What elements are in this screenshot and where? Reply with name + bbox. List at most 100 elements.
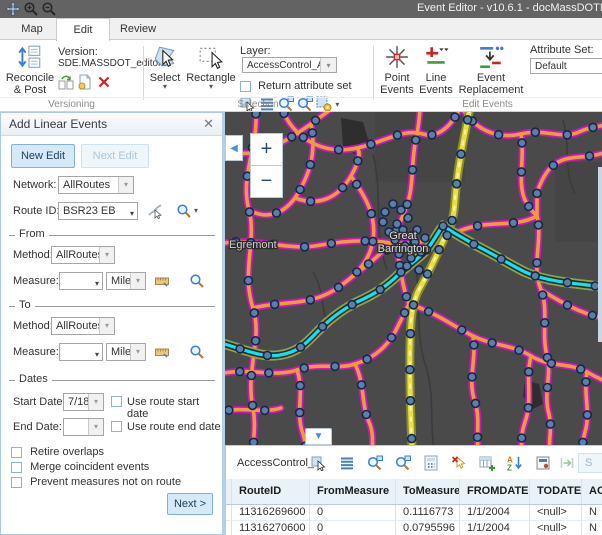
merge-coincident-label: Merge coincident events [30, 461, 149, 473]
zoom-out-button[interactable]: − [250, 165, 283, 198]
collapse-table-button[interactable]: ▼ [305, 428, 332, 445]
next-edit-button[interactable]: Next Edit [81, 144, 149, 168]
column-header[interactable]: ToMeasure [396, 479, 460, 504]
add-records-icon[interactable] [479, 455, 495, 471]
zoom-to-route-icon[interactable] [176, 203, 192, 219]
zoom-to-measure-icon[interactable] [189, 273, 205, 289]
next-button[interactable]: Next > [167, 493, 213, 515]
measure-location-icon[interactable] [154, 273, 170, 289]
place-label-egremont: Egremont [229, 239, 277, 251]
chevron-down-icon: ▾ [99, 318, 114, 334]
attribute-list-icon[interactable] [339, 455, 355, 471]
to-method-label: Method: [13, 320, 53, 332]
start-date-input[interactable]: 7/18/ ▾ [63, 393, 104, 411]
table-layer-name: AccessControl_A [237, 457, 321, 469]
reconcile-post-button[interactable]: Reconcile & Post [4, 44, 56, 96]
chevron-down-icon: ▾ [95, 276, 99, 290]
tab-review[interactable]: Review [110, 18, 166, 40]
chevron-down-icon: ▾ [99, 247, 114, 263]
close-icon[interactable]: ✕ [203, 116, 214, 132]
from-measure-input[interactable]: ▾ [59, 272, 103, 290]
network-select[interactable]: AllRoutes ▾ [58, 176, 134, 194]
attribute-table-panel: AccessControl_A S RouteIDFromMeasureToMe… [225, 445, 602, 535]
table-body: 1131626960000.11167731/1/2004<null>N1131… [226, 505, 602, 535]
zoom-in-icon[interactable] [23, 1, 39, 17]
select-icon [152, 44, 178, 70]
use-route-end-date-label: Use route end date [127, 421, 221, 433]
prevent-measures-checkbox[interactable] [11, 477, 22, 488]
delete-version-icon[interactable] [96, 74, 112, 90]
attribute-table: RouteIDFromMeasureToMeasureFROMDATETODAT… [226, 479, 602, 535]
column-header[interactable]: AC [582, 479, 602, 504]
pan-icon[interactable] [5, 1, 21, 17]
chevron-down-icon: ▾ [95, 347, 99, 361]
end-date-input[interactable]: ▾ [63, 418, 104, 436]
zoom-to-measure-icon[interactable] [189, 344, 205, 360]
chevron-down-icon: ▾ [130, 206, 134, 220]
new-edit-button[interactable]: New Edit [11, 144, 75, 168]
version-value: SDE.MASSDOT_editor1 [58, 58, 144, 69]
map-canvas[interactable]: Egremont Great Barrington ◀ + − ▼ [225, 112, 602, 445]
to-measure-label: Measure: [13, 346, 59, 358]
layer-select[interactable]: AccessControl_A ▾ [242, 57, 337, 73]
point-events-button[interactable]: Point Events [378, 44, 416, 96]
from-units-select[interactable]: Miles ▾ [106, 272, 146, 290]
table-cell: 0.0795596 [396, 521, 460, 535]
pan-to-selection-icon[interactable] [395, 455, 411, 471]
column-header[interactable]: RouteID [232, 479, 310, 504]
panel-title: Add Linear Events [9, 117, 107, 131]
table-select-icon[interactable] [311, 455, 327, 471]
table-cell: 0 [310, 521, 396, 535]
column-header[interactable]: TODATE [530, 479, 582, 504]
return-attribute-set-label: Return attribute set [258, 80, 352, 92]
retire-overlaps-label: Retire overlaps [30, 446, 104, 458]
prevent-measures-row: Prevent measures not on route [11, 476, 181, 488]
versioning-group-label: Versioning [0, 97, 143, 110]
retire-overlaps-checkbox[interactable] [11, 447, 22, 458]
clear-selection-icon[interactable] [451, 455, 467, 471]
column-header[interactable]: FROMDATE [460, 479, 530, 504]
use-route-end-date-checkbox[interactable] [111, 421, 122, 432]
route-id-combo[interactable]: BSR23 EB ▾ [58, 202, 138, 220]
line-events-button[interactable]: Line Events [418, 44, 454, 96]
attribute-set-select[interactable]: Default [530, 58, 602, 74]
collapse-panel-button[interactable]: ◀ [225, 135, 243, 161]
column-header[interactable]: FromMeasure [310, 479, 396, 504]
select-button[interactable]: Select ▾ [147, 44, 183, 90]
merge-coincident-checkbox[interactable] [11, 462, 22, 473]
zoom-out-icon[interactable] [41, 1, 57, 17]
field-calculator-icon[interactable] [423, 455, 439, 471]
version-block: Version: SDE.MASSDOT_editor1 [58, 46, 144, 90]
table-cell: 1/1/2004 [460, 505, 530, 520]
tab-map[interactable]: Map [8, 18, 56, 40]
create-version-icon[interactable] [77, 74, 93, 90]
attribute-set-block: Attribute Set: Default [530, 44, 602, 77]
identify-icon[interactable] [535, 455, 551, 471]
to-measure-input[interactable]: ▾ [59, 343, 103, 361]
zoom-in-button[interactable]: + [250, 133, 283, 166]
rectangle-button[interactable]: Rectangle ▾ [186, 44, 236, 90]
from-method-select[interactable]: AllRoutes ▾ [51, 246, 115, 264]
to-units-select[interactable]: Miles ▾ [106, 343, 146, 361]
change-version-icon[interactable] [58, 74, 74, 90]
chevron-down-icon[interactable]: ▾ [194, 206, 198, 215]
save-button[interactable]: S [578, 453, 602, 473]
table-row[interactable]: 1131626960000.11167731/1/2004<null>N [226, 505, 602, 521]
map-scrollbar[interactable] [598, 167, 602, 342]
to-method-select[interactable]: AllRoutes ▾ [51, 317, 115, 335]
tab-edit[interactable]: Edit [56, 18, 110, 41]
sort-icon[interactable] [507, 455, 523, 471]
measure-icon[interactable] [559, 455, 575, 471]
group-divider [143, 46, 144, 100]
event-replacement-button[interactable]: Event Replacement [456, 44, 526, 96]
zoom-to-selection-icon[interactable] [367, 455, 383, 471]
table-row[interactable]: 1131627060000.07955961/1/2004<null>N [226, 521, 602, 535]
selection-group-label: Selection [143, 97, 373, 110]
use-route-start-date-checkbox[interactable] [111, 396, 122, 407]
route-picker-icon[interactable] [147, 203, 163, 219]
add-linear-events-panel: Add Linear Events ✕ New Edit Next Edit N… [0, 112, 225, 535]
measure-location-icon[interactable] [154, 344, 170, 360]
return-attribute-set-checkbox[interactable] [240, 81, 251, 92]
route-id-label: Route ID: [13, 205, 59, 217]
line-events-icon [423, 44, 449, 70]
